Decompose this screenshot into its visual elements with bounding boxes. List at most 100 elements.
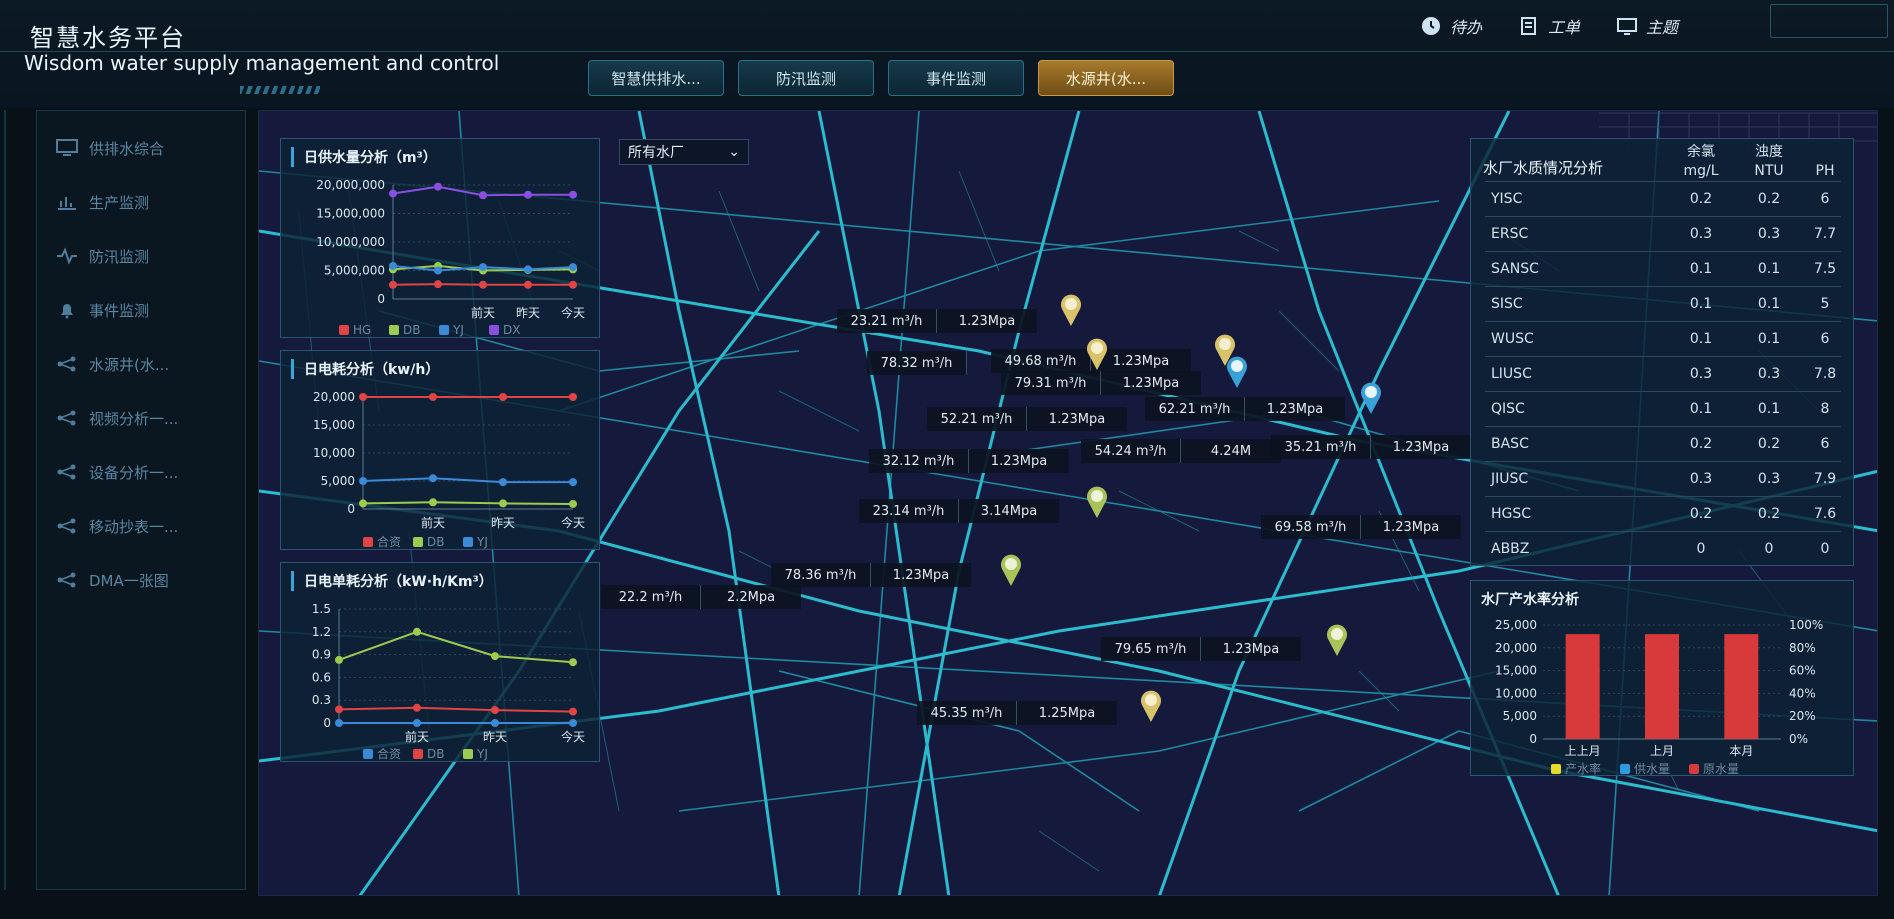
tag-flow: 79.65 m³/h <box>1101 637 1201 661</box>
data-point <box>491 652 499 661</box>
tag-pressure: 1.23Mpa <box>1382 519 1440 535</box>
plant-select-value: 所有水厂 <box>628 145 684 161</box>
y-tick-label: 1.2 <box>312 625 331 639</box>
map-measure-tag[interactable]: 52.21 m³/h 1.23Mpa <box>927 407 1127 431</box>
tag-pressure: 2.2Mpa <box>726 589 776 605</box>
header: 智慧水务平台 Wisdom water supply management an… <box>0 0 1894 108</box>
station-marker-icon[interactable] <box>1085 485 1109 519</box>
plant-name: JIUSC <box>1491 470 1529 487</box>
station-marker-icon[interactable] <box>999 553 1023 587</box>
x-tick-label: 昨天 <box>483 730 507 744</box>
data-point <box>359 499 367 508</box>
map-measure-tag[interactable]: 32.12 m³/h 1.23Mpa <box>869 449 1069 473</box>
tag-pressure: 1.23Mpa <box>958 313 1016 329</box>
sidebar-item-video[interactable]: 视频分析一... <box>37 391 245 445</box>
connections-icon <box>55 408 79 428</box>
turbidity-value: 0.3 <box>1757 365 1781 382</box>
x-tick-label: 今天 <box>561 305 585 320</box>
table-row: JIUSC 0.3 0.3 7.9 <box>1471 461 1855 496</box>
map-measure-tag[interactable]: 22.2 m³/h 2.2Mpa <box>601 585 801 609</box>
theme-label: 主题 <box>1646 18 1679 37</box>
y2-tick-label: 0% <box>1789 732 1808 746</box>
sidebar-item-label: 生产监测 <box>89 193 150 212</box>
legend-label: DB <box>403 323 420 337</box>
series-line <box>362 477 573 484</box>
legend-swatch <box>439 325 449 335</box>
plant-name: LIUSC <box>1491 365 1532 382</box>
map-measure-tag[interactable]: 79.65 m³/h 1.23Mpa <box>1101 637 1301 661</box>
tab-flood-monitoring[interactable]: 防汛监测 <box>738 60 874 96</box>
map-measure-tag[interactable]: 23.21 m³/h 1.23Mpa <box>837 309 1037 333</box>
map-measure-tag[interactable]: 45.35 m³/h 1.25Mpa <box>917 701 1117 725</box>
map-measure-tag[interactable]: 78.36 m³/h 1.23Mpa <box>771 563 971 587</box>
map-measure-tag[interactable]: 35.21 m³/h 1.23Mpa <box>1271 435 1471 459</box>
tab-event-monitoring[interactable]: 事件监测 <box>888 60 1024 96</box>
map-measure-tag[interactable]: 54.24 m³/h 4.24M <box>1081 439 1281 463</box>
turbidity-value: 0.2 <box>1757 190 1781 207</box>
turbidity-value: 0.1 <box>1757 295 1781 312</box>
tab-smart-water[interactable]: 智慧供排水... <box>588 60 724 96</box>
y-tick-label: 0 <box>1529 732 1537 746</box>
x-tick-label: 本月 <box>1729 744 1753 758</box>
x-tick-label: 昨天 <box>491 516 515 530</box>
sidebar-item-flood[interactable]: 防汛监测 <box>37 229 245 283</box>
map-measure-tag[interactable]: 78.32 m³/h <box>867 351 967 375</box>
station-marker-icon[interactable] <box>1139 689 1163 723</box>
station-marker-icon[interactable] <box>1059 293 1083 327</box>
connections-icon <box>55 354 79 374</box>
water-plant-select[interactable]: 所有水厂 ⌄ <box>619 139 749 165</box>
station-marker-icon[interactable] <box>1225 355 1249 389</box>
column-unit: PH <box>1815 162 1835 179</box>
tag-flow: 23.14 m³/h <box>859 499 959 523</box>
map-measure-tag[interactable]: 62.21 m³/h 1.23Mpa <box>1145 397 1345 421</box>
series-line <box>362 501 574 505</box>
sidebar-item-dma[interactable]: DMA一张图 <box>37 553 245 607</box>
y-tick-label: 5,000,000 <box>324 264 385 278</box>
theme-button[interactable]: 主题 <box>1616 14 1678 38</box>
tag-flow: 35.21 m³/h <box>1271 435 1371 459</box>
tab-water-wells[interactable]: 水源井(水... <box>1038 60 1174 96</box>
ph-value: 6 <box>1820 435 1830 452</box>
series-line <box>338 706 574 713</box>
sidebar: 供排水综合 生产监测 防汛监测 事件监测 水源井(水... 视频分析一... 设… <box>36 110 246 890</box>
station-marker-icon[interactable] <box>1359 381 1383 415</box>
table-row: YISC 0.2 0.2 6 <box>1471 181 1855 216</box>
turbidity-value: 0.2 <box>1757 435 1781 452</box>
data-point <box>491 719 499 727</box>
station-marker-icon[interactable] <box>1085 337 1109 371</box>
water-quality-panel: 水厂水质情况分析 余氯 浊度 mg/L NTU PH YISC 0.2 0.2 6 ERSC 0.3 0… <box>1470 138 1854 566</box>
sidebar-item-production[interactable]: 生产监测 <box>37 175 245 229</box>
data-point <box>569 263 577 272</box>
legend-swatch <box>1620 764 1630 774</box>
chlorine-value: 0.3 <box>1689 470 1713 487</box>
tag-flow: 78.36 m³/h <box>771 563 871 587</box>
chlorine-value: 0 <box>1696 540 1706 557</box>
legend-label: 合资 <box>377 534 401 549</box>
header-decoration <box>240 86 320 94</box>
connections-icon <box>55 516 79 536</box>
data-point <box>479 191 487 200</box>
map-measure-tag[interactable]: 69.58 m³/h 1.23Mpa <box>1261 515 1461 539</box>
table-row: SISC 0.1 0.1 5 <box>1471 286 1855 321</box>
data-point <box>359 477 367 485</box>
map-measure-tag[interactable]: 79.31 m³/h 1.23Mpa <box>1001 371 1201 395</box>
data-point <box>524 265 532 274</box>
sidebar-item-meter-reading[interactable]: 移动抄表一... <box>37 499 245 553</box>
table-row: BASC 0.2 0.2 6 <box>1471 426 1855 461</box>
chlorine-value: 0.3 <box>1689 365 1713 382</box>
station-marker-icon[interactable] <box>1325 623 1349 657</box>
sidebar-item-equipment[interactable]: 设备分析一... <box>37 445 245 499</box>
map-measure-tag[interactable]: 23.14 m³/h 3.14Mpa <box>859 499 1059 523</box>
sidebar-item-events[interactable]: 事件监测 <box>37 283 245 337</box>
tag-pressure: 1.23Mpa <box>1222 641 1280 657</box>
legend-swatch <box>463 537 473 547</box>
y-tick-label: 20,000 <box>313 390 355 404</box>
raw-water-bar <box>1724 634 1759 739</box>
chlorine-value: 0.2 <box>1689 190 1713 207</box>
ticket-button[interactable]: 工单 <box>1518 14 1580 38</box>
legend-swatch <box>363 537 373 547</box>
sidebar-item-water-wells[interactable]: 水源井(水... <box>37 337 245 391</box>
sidebar-item-water-overview[interactable]: 供排水综合 <box>37 121 245 175</box>
sidebar-item-label: 设备分析一... <box>89 463 179 482</box>
todo-button[interactable]: 待办 <box>1420 14 1482 38</box>
